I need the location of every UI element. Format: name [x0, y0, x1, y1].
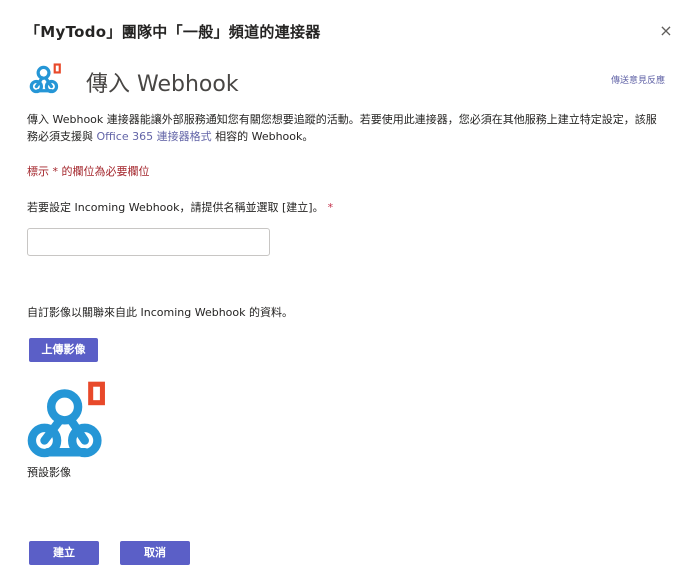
- upload-image-button[interactable]: 上傳影像: [29, 338, 98, 362]
- feedback-link[interactable]: 傳送意見反應: [611, 73, 665, 86]
- name-field-label-text: 若要設定 Incoming Webhook，請提供名稱並選取 [建立]。: [27, 201, 324, 214]
- description-text-2: 相容的 Webhook。: [211, 130, 314, 143]
- required-asterisk: *: [327, 201, 334, 214]
- create-button[interactable]: 建立: [29, 541, 99, 565]
- cancel-button[interactable]: 取消: [120, 541, 190, 565]
- required-fields-note: 標示 * 的欄位為必要欄位: [27, 165, 150, 178]
- close-button[interactable]: ×: [657, 22, 675, 40]
- connector-description: 傳入 Webhook 連接器能讓外部服務通知您有關您想要追蹤的活動。若要使用此連…: [27, 111, 667, 145]
- office365-format-link[interactable]: Office 365 連接器格式: [97, 130, 212, 143]
- dialog-title: 「MyTodo」團隊中「一般」頻道的連接器: [25, 23, 321, 41]
- connector-name: 傳入 Webhook: [86, 72, 239, 97]
- webhook-preview-image: [27, 381, 105, 458]
- webhook-name-input[interactable]: [27, 228, 270, 256]
- office-preview-icon: [88, 381, 105, 406]
- close-icon: ×: [659, 21, 673, 40]
- name-field-label: 若要設定 Incoming Webhook，請提供名稱並選取 [建立]。 *: [27, 199, 333, 215]
- preview-caption: 預設影像: [27, 466, 71, 479]
- image-section-label: 自訂影像以關聯來自此 Incoming Webhook 的資料。: [27, 306, 293, 319]
- office-icon: [53, 63, 61, 74]
- webhook-icon: [29, 63, 61, 94]
